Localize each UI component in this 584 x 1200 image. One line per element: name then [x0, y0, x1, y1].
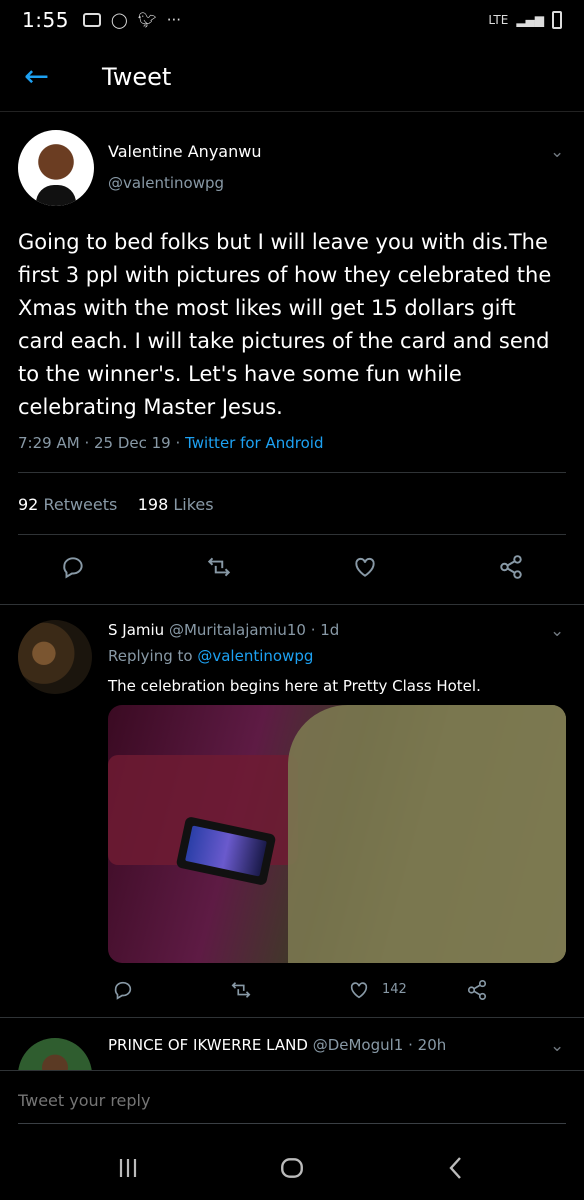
reply-header: PRINCE OF IKWERRE LAND @DeMogul1 · 20h	[108, 1036, 446, 1054]
system-nav-bar	[0, 1134, 584, 1200]
tweet-meta: 7:29 AM · 25 Dec 19 · Twitter for Androi…	[18, 434, 324, 452]
divider	[0, 604, 584, 605]
replying-to-label: Replying to	[108, 647, 193, 665]
author-handle[interactable]: @valentinowpg	[108, 174, 224, 192]
status-right: LTE ▂▄▆	[488, 11, 562, 29]
reply-like-count: 142	[382, 982, 407, 997]
reply-tweet[interactable]: PRINCE OF IKWERRE LAND @DeMogul1 · 20h ⌄	[0, 1020, 584, 1070]
reply-icon[interactable]	[56, 550, 90, 584]
back-icon[interactable]	[436, 1152, 476, 1184]
reply-avatar[interactable]	[18, 620, 92, 694]
reply-author-name[interactable]: PRINCE OF IKWERRE LAND	[108, 1036, 308, 1054]
retweets-label[interactable]: Retweets	[43, 495, 117, 514]
share-icon[interactable]	[460, 973, 494, 1007]
tweet-options-chevron-icon[interactable]: ⌄	[550, 142, 564, 162]
divider	[0, 1017, 584, 1018]
retweets-count[interactable]: 92	[18, 495, 38, 514]
replying-to: Replying to @valentinowpg	[108, 647, 313, 665]
replying-to-handle[interactable]: @valentinowpg	[197, 647, 313, 665]
meta-separator: ·	[175, 434, 186, 452]
reply-age: 20h	[417, 1036, 447, 1054]
tweet-actions	[0, 550, 584, 590]
reply-actions: 142	[0, 977, 584, 1007]
reply-author-handle[interactable]: @Muritalajamiu10	[169, 621, 306, 639]
author-name[interactable]: Valentine Anyanwu	[108, 142, 261, 161]
meta-separator: ·	[310, 621, 321, 639]
tweet-text: Going to bed folks but I will leave you …	[18, 230, 552, 419]
more-notifications-icon: ···	[166, 11, 182, 29]
reply-avatar[interactable]	[18, 1038, 92, 1070]
reply-age: 1d	[320, 621, 340, 639]
status-time: 1:55	[22, 8, 69, 32]
status-bar: 1:55 ◯ 🐦︎ ··· LTE ▂▄▆	[0, 0, 584, 40]
reply-photo[interactable]	[108, 705, 566, 963]
network-label: LTE	[488, 13, 509, 27]
recent-apps-icon[interactable]	[108, 1152, 148, 1184]
reply-icon[interactable]	[106, 973, 140, 1007]
gallery-icon	[82, 13, 101, 27]
divider	[18, 472, 566, 473]
status-notification-icons: ◯ 🐦︎ ···	[82, 11, 182, 29]
reply-composer	[0, 1070, 584, 1126]
signal-icon: ▂▄▆	[516, 13, 544, 27]
reply-text: The celebration begins here at Pretty Cl…	[108, 677, 481, 695]
author-avatar[interactable]	[18, 130, 94, 206]
photo-gown-shape	[288, 705, 566, 963]
meta-separator: ·	[84, 434, 94, 452]
tweet-source-link[interactable]: Twitter for Android	[185, 434, 323, 452]
home-icon[interactable]	[272, 1152, 312, 1184]
reply-author-handle[interactable]: @DeMogul1	[313, 1036, 404, 1054]
tweet-time: 7:29 AM	[18, 434, 80, 452]
back-arrow-icon[interactable]: ←	[0, 61, 60, 92]
tweet-stats: 92 Retweets 198 Likes	[18, 495, 214, 514]
divider	[18, 534, 566, 535]
reply-options-chevron-icon[interactable]: ⌄	[550, 1036, 564, 1056]
reply-author-name[interactable]: S Jamiu	[108, 621, 164, 639]
meta-separator: ·	[408, 1036, 418, 1054]
retweet-icon[interactable]	[202, 550, 236, 584]
reply-input-underline	[18, 1123, 566, 1124]
page-title: Tweet	[102, 62, 172, 91]
retweet-icon[interactable]	[224, 973, 258, 1007]
twitter-icon: 🐦︎	[137, 11, 157, 29]
battery-icon	[552, 11, 562, 29]
likes-label[interactable]: Likes	[173, 495, 213, 514]
reply-options-chevron-icon[interactable]: ⌄	[550, 621, 564, 641]
share-icon[interactable]	[494, 550, 528, 584]
reply-header: S Jamiu @Muritalajamiu10 · 1d	[108, 621, 339, 639]
like-heart-icon[interactable]	[342, 973, 376, 1007]
reply-input[interactable]	[18, 1091, 558, 1110]
instagram-icon: ◯	[110, 11, 128, 29]
like-heart-icon[interactable]	[348, 550, 382, 584]
likes-count[interactable]: 198	[138, 495, 169, 514]
tweet-date: 25 Dec 19	[93, 434, 171, 452]
tweet-header: ← Tweet	[0, 42, 584, 112]
